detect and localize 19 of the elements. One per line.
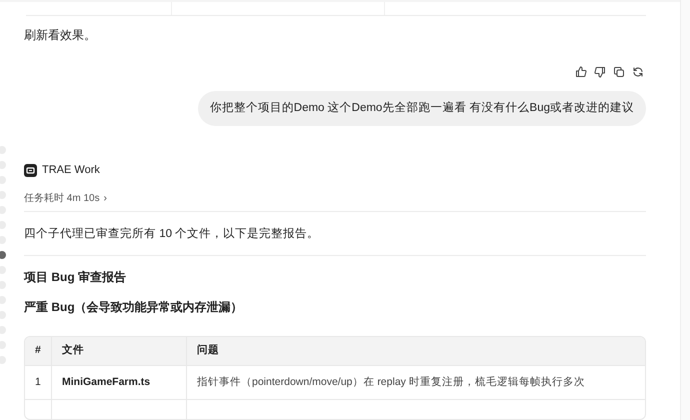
table-cell: 1 — [25, 366, 52, 399]
column-header: 文件 — [52, 337, 187, 365]
agent-logo-icon — [24, 164, 37, 177]
agent-name: TRAE Work — [42, 163, 100, 178]
section-title: 严重 Bug（会导致功能异常或内存泄漏） — [24, 299, 244, 316]
summary-text: 四个子代理已审查完所有 10 个文件，以下是完整报告。 — [24, 226, 320, 242]
table-cell: MiniGameFarm.ts — [52, 366, 187, 399]
copy-icon[interactable] — [613, 66, 625, 78]
thumbs-up-icon[interactable] — [575, 66, 587, 78]
answer-text: 刷新看效果。 — [24, 27, 97, 44]
column-header: 问题 — [196, 343, 220, 358]
thumbs-down-icon[interactable] — [594, 66, 606, 78]
report-title: 项目 Bug 审查报告 — [24, 269, 127, 286]
column-header: # — [25, 337, 52, 365]
user-message-bubble: 你把整个项目的Demo 这个Demo先全部跑一遍看 有没有什么Bug或者改进的建议 — [198, 91, 646, 126]
task-duration: 任务耗时 4m 10s — [24, 192, 100, 206]
expand-chevron[interactable]: › — [104, 190, 107, 206]
refresh-icon[interactable] — [632, 66, 644, 78]
table-cell-text: 指针事件（pointerdown/move/up）在 replay 时重复注册，梳毛逻辑每帧执行多次 — [196, 374, 586, 390]
